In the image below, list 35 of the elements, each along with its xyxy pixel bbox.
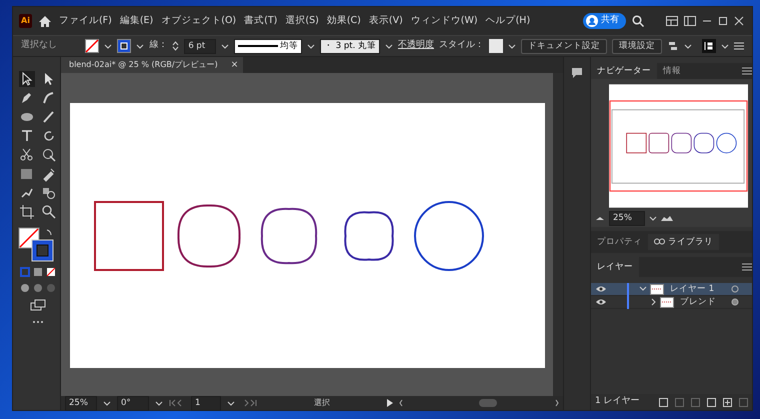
settings-button[interactable]: ドキュメント設定 — [521, 38, 607, 54]
menu-item[interactable]: 表示(V) — [368, 14, 404, 28]
document-tab[interactable]: blend-02ai* @ 25 % (RGB/プレビュー) — [61, 57, 226, 73]
panel-tab[interactable]: ナビゲーター — [591, 63, 657, 79]
menu-item[interactable]: 効果(C) — [326, 14, 362, 28]
settings-button[interactable]: 環境設定 — [612, 38, 662, 54]
menu-item[interactable]: ヘルプ(H) — [484, 14, 532, 28]
panel-tab[interactable]: 情報 — [657, 63, 687, 79]
tab-close-button[interactable]: × — [226, 57, 244, 73]
app-logo: Ai — [19, 14, 32, 28]
layer-row[interactable]: レイヤー 1 — [591, 283, 752, 296]
panel-tab[interactable]: レイヤー — [591, 257, 639, 277]
navigator-zoom-field[interactable]: 25% — [609, 210, 645, 226]
menu-item[interactable]: ファイル(F) — [58, 14, 113, 28]
layer-row[interactable]: ブレンド — [591, 296, 752, 309]
stroke-profile-field[interactable]: 均等 — [234, 38, 302, 54]
menu-item[interactable]: 編集(E) — [118, 14, 154, 28]
panel-tab[interactable]: ライブラリ — [648, 234, 719, 250]
menu-item[interactable]: オブジェクト(O) — [160, 14, 238, 28]
style-label: スタイル： — [439, 39, 484, 52]
share-button[interactable]: 共有 — [583, 13, 626, 29]
layer-count: 1 レイヤー — [595, 395, 640, 408]
menu-item[interactable]: 選択(S) — [284, 14, 320, 28]
zoom-field[interactable]: 25% — [65, 396, 97, 410]
menu-item[interactable]: 書式(T) — [243, 14, 278, 28]
opacity-link[interactable]: 不透明度 — [398, 39, 434, 53]
menu-item[interactable]: ウィンドウ(W) — [410, 14, 479, 28]
artboard-field[interactable]: 1 — [191, 396, 221, 410]
rotation-field[interactable]: 0° — [117, 396, 149, 410]
selection-status: 選択なし — [21, 39, 58, 52]
stroke-weight-field[interactable]: 6 pt — [184, 38, 216, 54]
stroke-label: 線： — [149, 39, 168, 52]
panel-tab[interactable]: プロパティ — [591, 234, 648, 250]
tool-status: 選択 — [313, 397, 331, 409]
brush-field[interactable]: ・ 3 pt. 丸筆 — [320, 38, 380, 54]
